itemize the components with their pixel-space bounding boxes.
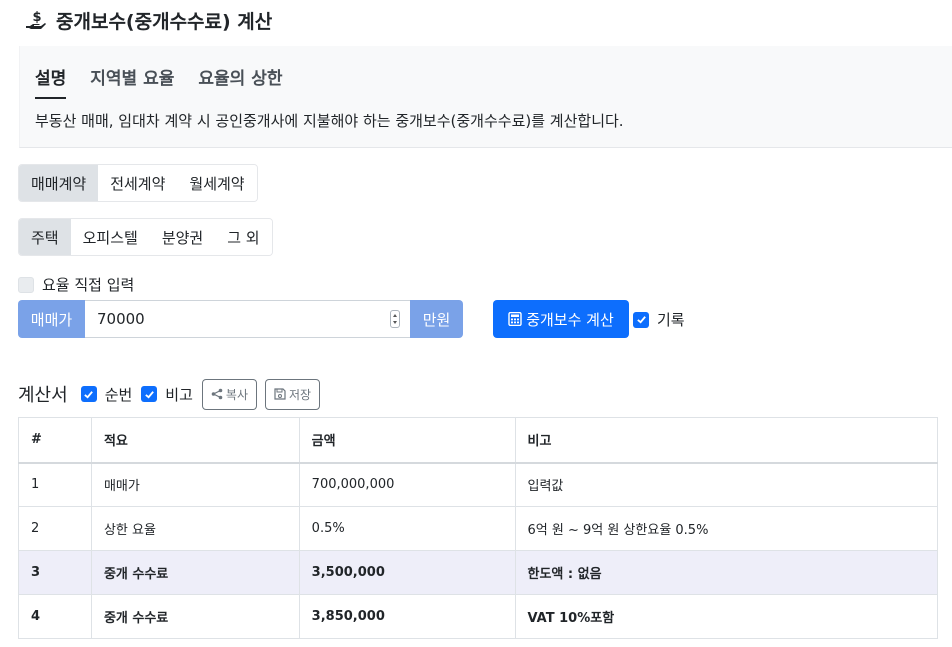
floppy-disk-icon [274,388,286,400]
table-row-highlighted: 3 중개 수수료 3,500,000 한도액 : 없음 [18,550,938,595]
info-tabs: 설명 지역별 요율 요율의 상한 [35,64,283,99]
tab-rate-cap[interactable]: 요율의 상한 [198,64,282,99]
property-type-presale[interactable]: 분양권 [149,219,216,255]
record-option[interactable]: 기록 [633,309,685,330]
calculate-label: 중개보수 계산 [526,310,614,329]
page-title: $ 중개보수(중개수수료) 계산 [24,6,272,34]
price-unit: 만원 [410,300,463,338]
save-button[interactable]: 저장 [265,378,321,410]
cell-number: 2 [18,506,92,551]
price-prefix: 매매가 [18,300,85,338]
column-header-item: 적요 [90,417,300,464]
sheet-option-number[interactable]: 순번 [80,384,133,405]
sheet-title: 계산서 [18,385,68,406]
cell-note: 한도액 : 없음 [514,550,938,595]
check-icon [145,390,154,399]
cell-note: 6억 원 ~ 9억 원 상한요율 0.5% [514,506,938,551]
cell-amount: 3,500,000 [298,550,516,595]
copy-label: 복사 [225,387,248,402]
table-header-row: # 적요 금액 비고 [18,417,938,464]
cell-item: 매매가 [90,462,300,507]
property-type-other[interactable]: 그 외 [215,219,272,255]
column-header-note: 비고 [514,417,938,464]
column-header-number: # [18,417,92,464]
cell-item: 중개 수수료 [90,594,300,639]
calculation-table: # 적요 금액 비고 1 매매가 700,000,000 입력값 2 상한 요율… [18,417,938,639]
cell-number: 3 [18,550,92,595]
price-input[interactable]: 70000 [85,300,410,338]
table-row: 4 중개 수수료 3,850,000 VAT 10%포함 [18,594,938,639]
cell-note: VAT 10%포함 [514,594,938,639]
manual-rate-label: 요율 직접 입력 [42,276,135,294]
tab-regional-rates[interactable]: 지역별 요율 [90,64,174,99]
tab-description[interactable]: 설명 [35,64,67,99]
table-row: 1 매매가 700,000,000 입력값 [18,462,938,507]
note-option-label: 비고 [165,385,193,404]
cell-amount: 0.5% [298,506,516,551]
contract-type-group: 매매계약 전세계약 월세계약 [18,164,258,202]
hand-coin-icon: $ [26,10,46,29]
cell-amount: 700,000,000 [298,462,516,507]
calculate-button[interactable]: 중개보수 계산 [493,300,629,338]
cell-note: 입력값 [514,462,938,507]
number-checkbox[interactable] [80,386,97,402]
cell-number: 4 [18,594,92,639]
manual-rate-option[interactable]: 요율 직접 입력 [18,274,134,295]
check-icon [84,390,94,399]
contract-type-monthly[interactable]: 월세계약 [177,165,257,201]
property-type-house[interactable]: 주택 [19,219,71,255]
record-label: 기록 [657,311,685,329]
svg-text:$: $ [32,10,41,25]
info-description: 부동산 매매, 임대차 계약 시 공인중개사에 지불해야 하는 중개보수(중개수… [35,112,624,130]
cell-item: 상한 요율 [90,506,300,551]
save-label: 저장 [289,387,312,402]
cell-amount: 3,850,000 [298,594,516,639]
table-row: 2 상한 요율 0.5% 6억 원 ~ 9억 원 상한요율 0.5% [18,506,938,551]
share-icon [211,388,223,400]
property-type-group: 주택 오피스텔 분양권 그 외 [18,218,273,256]
contract-type-jeonse[interactable]: 전세계약 [98,165,178,201]
price-value: 70000 [97,310,145,328]
sheet-option-note[interactable]: 비고 [141,384,193,405]
property-type-officetel[interactable]: 오피스텔 [70,219,150,255]
cell-item: 중개 수수료 [90,550,300,595]
number-option-label: 순번 [104,385,133,404]
sheet-header: 계산서 순번 비고 복사 저장 [18,378,321,410]
check-icon [636,316,646,324]
record-checkbox[interactable] [633,311,649,328]
page-title-text: 중개보수(중개수수료) 계산 [56,10,273,33]
calculator-icon [508,312,522,326]
contract-type-sale[interactable]: 매매계약 [19,165,99,201]
column-header-amount: 금액 [298,417,516,464]
cell-number: 1 [18,462,92,507]
price-input-group: 매매가 70000 만원 [18,300,463,338]
info-panel: 설명 지역별 요율 요율의 상한 부동산 매매, 임대차 계약 시 공인중개사에… [19,46,952,148]
number-spinner[interactable] [390,310,400,328]
note-checkbox[interactable] [141,386,158,402]
manual-rate-checkbox[interactable] [18,276,34,293]
copy-button[interactable]: 복사 [201,378,257,410]
